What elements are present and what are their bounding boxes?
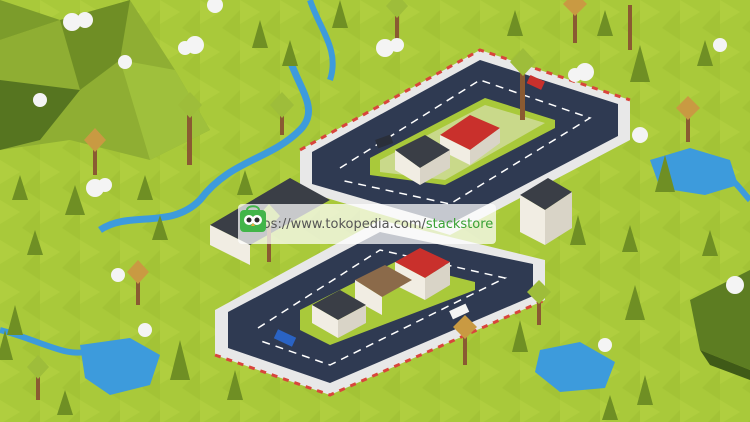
watermark-url: https://www.tokopedia.com/ bbox=[244, 216, 426, 232]
game-scene: https://www.tokopedia.com/stackstore bbox=[0, 0, 750, 422]
owl-bag-logo-icon bbox=[240, 205, 266, 232]
watermark-text: https://www.tokopedia.com/stackstore bbox=[244, 217, 493, 232]
watermark-banner: https://www.tokopedia.com/stackstore bbox=[238, 204, 496, 244]
watermark-store-name: stackstore bbox=[425, 216, 494, 232]
